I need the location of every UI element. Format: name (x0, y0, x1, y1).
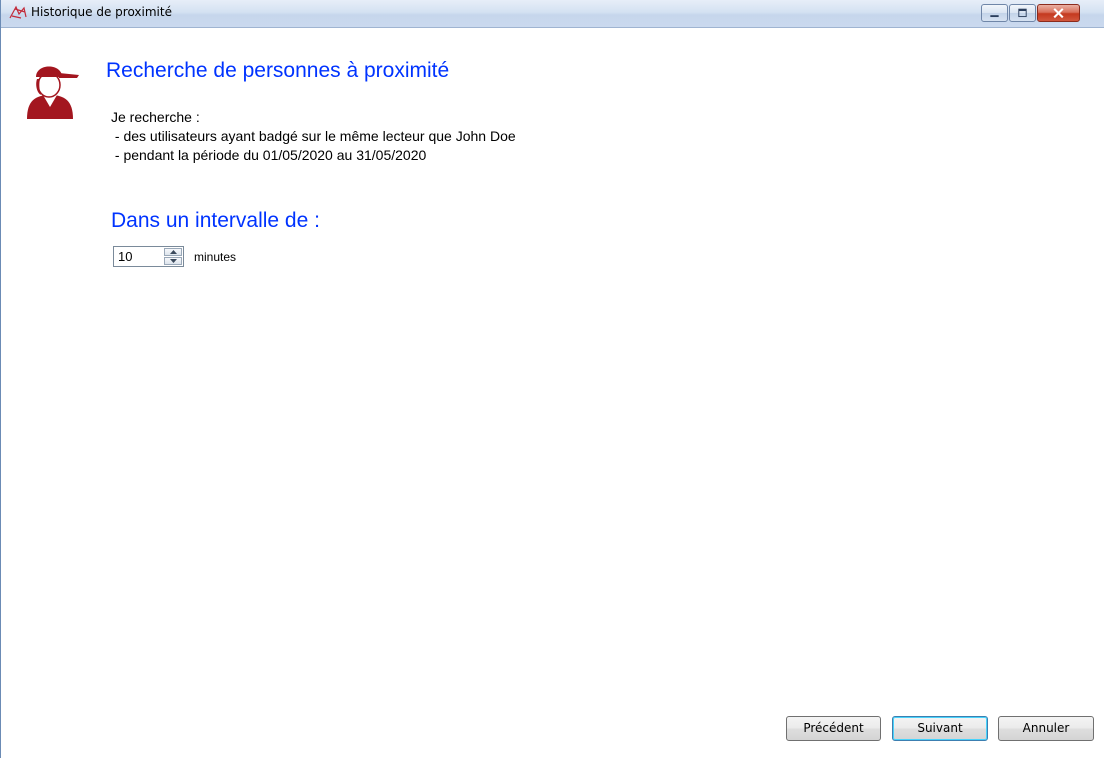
spinner-buttons (164, 248, 182, 265)
interval-value[interactable]: 10 (118, 249, 132, 264)
interval-heading: Dans un intervalle de : (111, 209, 320, 232)
user-cap-icon (27, 66, 79, 119)
previous-button[interactable]: Précédent (786, 716, 881, 741)
minimize-button[interactable] (981, 4, 1008, 22)
interval-stepper[interactable]: 10 (113, 246, 184, 267)
window-title: Historique de proximité (31, 5, 172, 19)
title-bar[interactable]: Historique de proximité (1, 0, 1104, 28)
proximity-app-icon (9, 5, 27, 19)
minimize-icon (990, 15, 999, 18)
page-title: Recherche de personnes à proximité (106, 59, 450, 82)
close-button[interactable] (1037, 4, 1080, 22)
interval-unit-label: minutes (194, 250, 237, 264)
spin-up-button[interactable] (164, 248, 182, 256)
description-line: - des utilisateurs ayant badgé sur le mê… (111, 128, 516, 144)
description-line: Je recherche : (111, 109, 200, 125)
arrow-up-icon (170, 250, 177, 254)
spin-down-button[interactable] (164, 257, 182, 265)
cancel-button[interactable]: Annuler (998, 716, 1094, 741)
description-line: - pendant la période du 01/05/2020 au 31… (111, 147, 427, 163)
next-button[interactable]: Suivant (892, 716, 988, 741)
dialog-window: Historique de proximité Recherche de per… (0, 0, 1104, 758)
close-icon (1053, 8, 1064, 19)
search-description: Je recherche : - des utilisateurs ayant … (111, 108, 516, 165)
arrow-down-icon (170, 259, 177, 263)
maximize-icon (1018, 8, 1027, 18)
maximize-button[interactable] (1009, 4, 1036, 22)
